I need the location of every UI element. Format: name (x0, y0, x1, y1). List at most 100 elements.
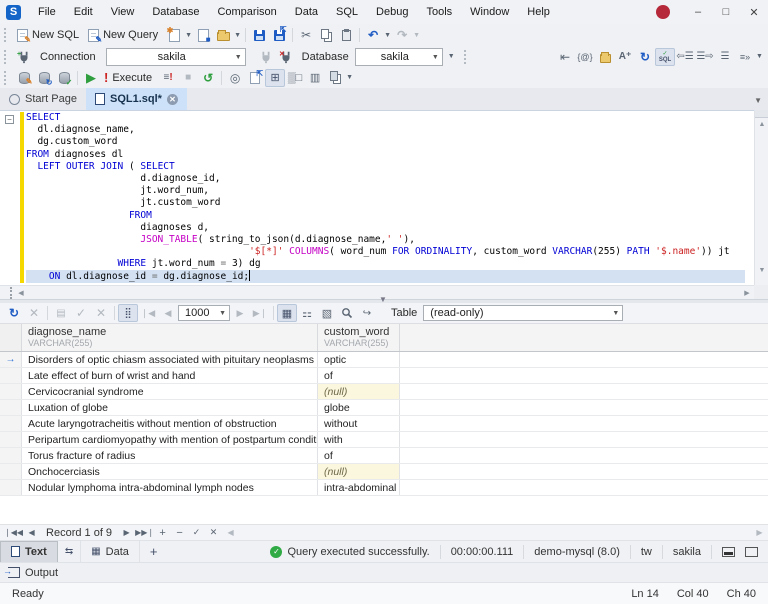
menu-sql[interactable]: SQL (327, 2, 367, 22)
execute-script-icon[interactable]: ≡! (158, 69, 178, 87)
menu-data[interactable]: Data (286, 2, 327, 22)
stop-refresh-icon[interactable]: ✕ (24, 304, 44, 322)
format-document-icon[interactable]: ☰ (715, 48, 735, 66)
row-selector[interactable] (0, 480, 22, 495)
grid-view-icon[interactable]: ▦ (277, 304, 297, 322)
redo-dropdown[interactable]: ▼ (412, 32, 421, 39)
results-to-grid-icon[interactable]: ⊞ (265, 69, 285, 87)
disconnect-icon[interactable]: ✕ (276, 48, 296, 66)
table-row[interactable]: Late effect of burn of wrist and handof (0, 368, 768, 384)
cell-custom-word[interactable]: (null) (318, 384, 400, 399)
bookmark-folder-icon[interactable] (595, 48, 615, 66)
table-row[interactable]: Cervicocranial syndrome(null) (0, 384, 768, 400)
menu-help[interactable]: Help (518, 2, 559, 22)
chart-view-icon[interactable]: ▥ (305, 69, 325, 87)
grid-scroll-left-icon[interactable]: ◀ (222, 528, 239, 537)
run-icon[interactable]: ▶ (81, 69, 101, 87)
code-line[interactable]: ON dl.diagnose_id = dg.diagnose_id; (26, 270, 745, 282)
previous-record-icon[interactable]: ◀ (23, 528, 40, 537)
swap-views-button[interactable]: ⇆ (58, 541, 81, 563)
new-document-dropdown[interactable]: ▼ (184, 32, 193, 39)
parameters-icon[interactable]: {@} (575, 48, 595, 66)
redo-icon[interactable]: ↷ (392, 26, 412, 44)
open-file-button[interactable] (213, 26, 233, 44)
row-selector[interactable] (0, 432, 22, 447)
execute-toolbar-dropdown[interactable]: ▼ (345, 74, 354, 81)
close-button[interactable]: ✕ (740, 0, 768, 24)
execute-button[interactable]: ! Execute (101, 69, 158, 86)
split-layout-icon[interactable] (722, 547, 735, 557)
column-headers-icon[interactable]: ▧ (317, 304, 337, 322)
goto-row-icon[interactable]: ↪ (357, 304, 377, 322)
delete-record-icon[interactable]: − (171, 527, 188, 539)
user-avatar[interactable] (656, 5, 670, 19)
cell-custom-word[interactable]: of (318, 368, 400, 383)
undo-icon[interactable]: ↶ (363, 26, 383, 44)
comment-lines-icon[interactable]: ≡» (735, 48, 755, 66)
tab-list-dropdown[interactable]: ▼ (754, 96, 762, 105)
connect-icon[interactable] (256, 48, 276, 66)
last-record-icon[interactable]: ▶▶❘ (135, 528, 154, 537)
menu-view[interactable]: View (102, 2, 144, 22)
full-layout-icon[interactable] (745, 547, 758, 557)
scroll-left-icon[interactable]: ◀ (14, 286, 28, 299)
row-selector[interactable] (0, 448, 22, 463)
code-line[interactable]: SELECT (26, 112, 754, 124)
database-select[interactable]: sakila ▼ (355, 48, 443, 66)
row-selector[interactable] (0, 368, 22, 383)
new-window-layout-icon[interactable] (325, 69, 345, 87)
code-line[interactable]: dg.custom_word (26, 136, 754, 148)
decrease-indent-icon[interactable]: ⇦☰ (675, 48, 695, 66)
export-data-icon[interactable]: ⇱ (245, 69, 265, 87)
scroll-up-icon[interactable]: ▲ (755, 118, 768, 131)
first-page-icon[interactable]: ❘◀ (138, 304, 158, 322)
pane-splitter-grip[interactable] (0, 287, 12, 299)
cell-diagnose-name[interactable]: Luxation of globe (22, 400, 318, 415)
page-size-select[interactable]: 1000 ▼ (178, 305, 230, 321)
cell-custom-word[interactable]: of (318, 448, 400, 463)
cell-diagnose-name[interactable]: Late effect of burn of wrist and hand (22, 368, 318, 383)
cell-custom-word[interactable]: intra-abdominal (318, 480, 400, 495)
first-record-icon[interactable]: ❘◀◀ (4, 528, 23, 537)
save-all-button[interactable]: ⇱ (269, 26, 289, 44)
cell-diagnose-name[interactable]: Disorders of optic chiasm associated wit… (22, 352, 318, 367)
connection-select[interactable]: sakila ▼ (106, 48, 246, 66)
close-tab-icon[interactable]: ✕ (167, 94, 178, 105)
toolbar-grip[interactable] (4, 71, 11, 85)
new-sql-button[interactable]: ✎ New SQL (14, 28, 85, 43)
table-row[interactable]: Acute laryngotracheitis without mention … (0, 416, 768, 432)
grid-scroll-right-icon[interactable]: ▶ (751, 528, 768, 537)
table-row[interactable]: Onchocerciasis(null) (0, 464, 768, 480)
menu-debug[interactable]: Debug (367, 2, 417, 22)
database-toolbar-dropdown[interactable]: ▼ (447, 53, 456, 60)
cut-icon[interactable]: ✂ (296, 26, 316, 44)
database-edit-icon[interactable]: ✎ (14, 69, 34, 87)
code-line[interactable]: jt.word_num, (26, 185, 754, 197)
row-selector-header[interactable] (0, 324, 22, 351)
increase-indent-icon[interactable]: ☰⇨ (695, 48, 715, 66)
row-selector[interactable] (0, 464, 22, 479)
tab-sql1[interactable]: SQL1.sql* ✕ (86, 88, 187, 110)
layout-icon[interactable]: ▒□ (285, 69, 305, 87)
menu-database[interactable]: Database (143, 2, 208, 22)
paginal-mode-icon[interactable]: ⣿ (118, 304, 138, 322)
table-row[interactable]: Luxation of globeglobe (0, 400, 768, 416)
cell-diagnose-name[interactable]: Cervicocranial syndrome (22, 384, 318, 399)
sql-editor[interactable]: − SELECT dl.diagnose_name, dg.custom_wor… (0, 110, 754, 285)
fold-collapse-icon[interactable]: − (5, 115, 14, 124)
new-document-button[interactable]: ✱ (164, 26, 184, 44)
menu-file[interactable]: File (29, 2, 65, 22)
editor-toolbar-dropdown[interactable]: ▼ (755, 53, 764, 60)
column-header-custom-word[interactable]: custom_word VARCHAR(255) (318, 324, 400, 351)
table-row[interactable]: Nodular lymphoma intra-abdominal lymph n… (0, 480, 768, 496)
append-record-icon[interactable]: + (154, 527, 171, 539)
cell-diagnose-name[interactable]: Torus fracture of radius (22, 448, 318, 463)
code-line[interactable]: '$[*]' COLUMNS( word_num FOR ORDINALITY,… (26, 246, 754, 258)
menu-window[interactable]: Window (461, 2, 518, 22)
copy-icon[interactable] (316, 26, 336, 44)
code-line[interactable]: jt.custom_word (26, 197, 754, 209)
code-lines[interactable]: SELECT dl.diagnose_name, dg.custom_wordF… (26, 112, 754, 283)
new-connection-icon[interactable]: + (14, 48, 34, 66)
cell-diagnose-name[interactable]: Peripartum cardiomyopathy with mention o… (22, 432, 318, 447)
add-view-button[interactable]: + (140, 541, 168, 563)
